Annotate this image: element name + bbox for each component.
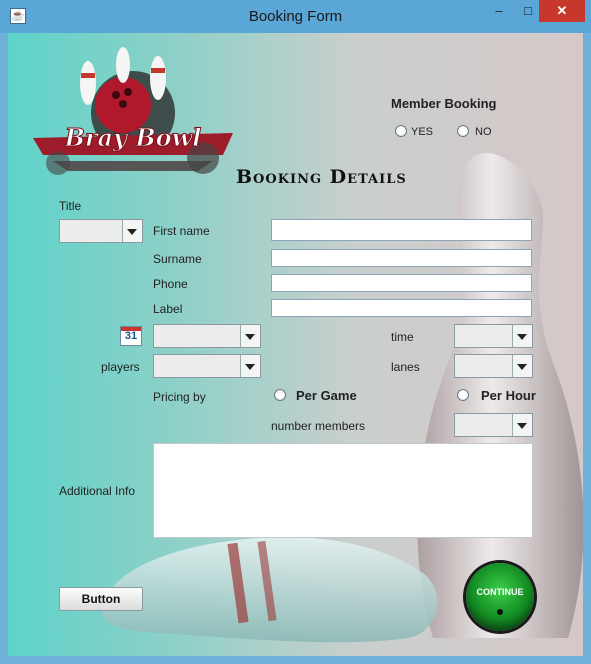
continue-button[interactable]: CONTINUE xyxy=(466,563,534,631)
continue-button-label: CONTINUE xyxy=(476,587,524,597)
players-label: players xyxy=(101,360,140,374)
surname-field[interactable] xyxy=(271,249,532,267)
member-yes-radio[interactable] xyxy=(395,125,407,137)
member-yes-label: YES xyxy=(411,126,434,138)
calendar-icon[interactable]: 31 xyxy=(120,326,142,346)
number-members-label: number members xyxy=(271,419,366,433)
label-label: Label xyxy=(153,302,183,316)
first-name-label: First name xyxy=(153,224,210,238)
per-hour-radio[interactable] xyxy=(457,389,469,401)
maximize-button[interactable]: □ xyxy=(516,0,540,22)
logo-text: Bray Bowl xyxy=(64,123,202,153)
lanes-combo[interactable] xyxy=(454,354,533,378)
phone-label: Phone xyxy=(153,277,188,291)
per-game-label: Per Game xyxy=(296,388,357,403)
label-field[interactable] xyxy=(271,299,532,317)
surname-label: Surname xyxy=(153,252,202,266)
pricing-by-label: Pricing by xyxy=(153,390,206,404)
phone-field[interactable] xyxy=(271,274,532,292)
first-name-field[interactable] xyxy=(271,219,532,241)
booking-details-heading: Booking Details xyxy=(236,166,407,188)
member-no-radio[interactable] xyxy=(457,125,469,137)
title-combo[interactable] xyxy=(59,219,143,243)
chevron-down-icon[interactable] xyxy=(240,325,260,347)
chevron-down-icon[interactable] xyxy=(512,355,532,377)
per-game-radio[interactable] xyxy=(274,389,286,401)
time-combo[interactable] xyxy=(454,324,533,348)
number-members-combo[interactable] xyxy=(454,413,533,437)
chevron-down-icon[interactable] xyxy=(512,325,532,347)
bray-bowl-logo: Bray Bowl xyxy=(28,43,238,193)
chevron-down-icon[interactable] xyxy=(240,355,260,377)
date-combo[interactable] xyxy=(153,324,261,348)
additional-info-label: Additional Info xyxy=(59,484,136,498)
per-hour-label: Per Hour xyxy=(481,388,536,403)
chevron-down-icon[interactable] xyxy=(512,414,532,436)
minimize-button[interactable]: – xyxy=(487,0,511,22)
close-button[interactable]: ✕ xyxy=(539,0,585,22)
time-label: time xyxy=(391,330,414,344)
title-label: Title xyxy=(59,199,82,213)
member-no-label: NO xyxy=(475,126,492,138)
member-booking-label: Member Booking xyxy=(391,96,497,111)
form-panel: Bray Bowl Member Booking YES NO Booking … xyxy=(8,33,583,656)
button-center-dot xyxy=(497,609,503,615)
booking-form-window: ☕ Booking Form – □ ✕ Bray Bowl Member Bo… xyxy=(0,0,591,664)
lanes-label: lanes xyxy=(391,360,420,374)
additional-info-textarea[interactable] xyxy=(153,443,533,538)
title-bar: ☕ Booking Form – □ ✕ xyxy=(0,0,591,33)
generic-button[interactable]: Button xyxy=(59,587,143,611)
chevron-down-icon[interactable] xyxy=(122,220,142,242)
players-combo[interactable] xyxy=(153,354,261,378)
bowling-logo-icon xyxy=(33,47,233,175)
